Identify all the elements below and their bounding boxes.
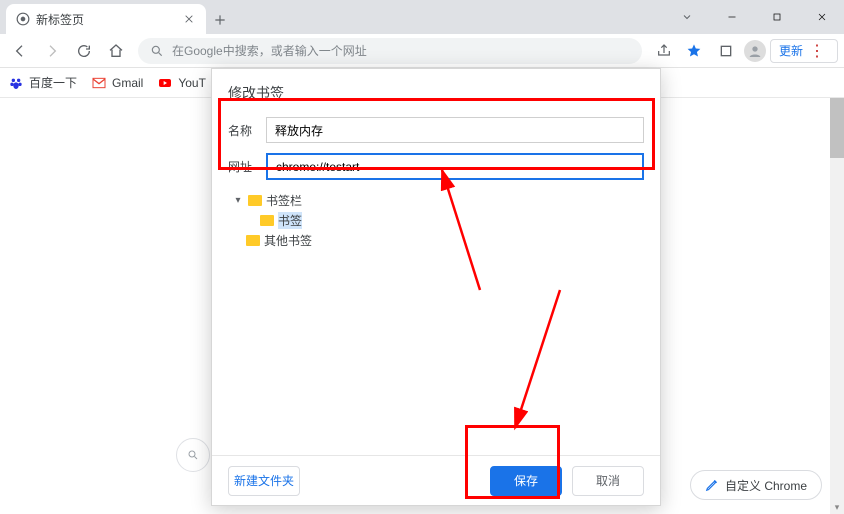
folder-tree: ▾ 书签栏 书签 其他书签 <box>228 190 644 250</box>
new-folder-button[interactable]: 新建文件夹 <box>228 466 300 496</box>
bookmark-star-icon[interactable] <box>680 37 708 65</box>
tab-close-icon[interactable] <box>182 12 196 26</box>
search-icon <box>150 44 164 58</box>
new-tab-button[interactable] <box>206 6 234 34</box>
window-controls <box>664 0 844 34</box>
extensions-icon[interactable] <box>712 37 740 65</box>
tab-title: 新标签页 <box>36 11 176 28</box>
bookmark-label: 百度一下 <box>29 74 77 91</box>
customize-chrome-button[interactable]: 自定义 Chrome <box>690 470 822 500</box>
bookmark-item[interactable]: 百度一下 <box>8 74 77 91</box>
toolbar-right: 更新 ⋮ <box>712 37 838 65</box>
search-icon <box>187 447 199 463</box>
back-button[interactable] <box>6 37 34 65</box>
edit-bookmark-dialog: 修改书签 名称 网址 ▾ 书签栏 书签 其他书签 新建文件夹 <box>211 68 661 506</box>
dialog-body: 名称 网址 ▾ 书签栏 书签 其他书签 <box>212 113 660 455</box>
save-button[interactable]: 保存 <box>490 466 562 496</box>
folder-icon <box>248 195 262 206</box>
youtube-icon <box>157 75 173 91</box>
minimize-button[interactable] <box>709 0 754 34</box>
customize-label: 自定义 Chrome <box>725 477 807 494</box>
reload-button[interactable] <box>70 37 98 65</box>
share-icon[interactable] <box>650 37 678 65</box>
menu-dots-icon: ⋮ <box>805 39 829 63</box>
name-label: 名称 <box>228 122 256 139</box>
pencil-icon <box>705 478 719 492</box>
gmail-icon <box>91 75 107 91</box>
expand-arrow-icon[interactable]: ▾ <box>232 195 244 206</box>
tree-row-other[interactable]: 其他书签 <box>228 230 644 250</box>
chrome-favicon-icon <box>16 12 30 26</box>
baidu-paw-icon <box>8 75 24 91</box>
url-row: 网址 <box>228 153 644 180</box>
toolbar: 在Google中搜索，或者输入一个网址 更新 ⋮ <box>0 34 844 68</box>
folder-icon <box>260 215 274 226</box>
scrollbar[interactable]: ▾ <box>830 98 844 514</box>
omnibox-placeholder: 在Google中搜索，或者输入一个网址 <box>172 42 367 59</box>
dialog-footer: 新建文件夹 保存 取消 <box>212 455 660 505</box>
bookmark-url-input[interactable] <box>266 153 644 180</box>
bookmark-item[interactable]: YouT <box>157 75 206 91</box>
cancel-button[interactable]: 取消 <box>572 466 644 496</box>
folder-name: 其他书签 <box>264 232 312 249</box>
home-button[interactable] <box>102 37 130 65</box>
tree-row-root[interactable]: ▾ 书签栏 <box>228 190 644 210</box>
active-tab[interactable]: 新标签页 <box>6 4 206 34</box>
scrollbar-thumb[interactable] <box>830 98 844 158</box>
dialog-title: 修改书签 <box>212 69 660 113</box>
bookmark-label: Gmail <box>112 76 143 90</box>
ntp-search-box[interactable] <box>176 438 210 472</box>
close-window-button[interactable] <box>799 0 844 34</box>
url-label: 网址 <box>228 158 256 175</box>
profile-avatar[interactable] <box>744 40 766 62</box>
bookmark-label: YouT <box>178 76 206 90</box>
omnibox-right <box>650 37 708 65</box>
bookmark-name-input[interactable] <box>266 117 644 143</box>
titlebar: 新标签页 <box>0 0 844 34</box>
bookmark-item[interactable]: Gmail <box>91 75 143 91</box>
name-row: 名称 <box>228 117 644 143</box>
forward-button[interactable] <box>38 37 66 65</box>
tree-row-child[interactable]: 书签 <box>228 210 644 230</box>
scroll-down-arrow-icon[interactable]: ▾ <box>830 500 844 514</box>
update-label: 更新 <box>779 42 803 59</box>
update-button[interactable]: 更新 ⋮ <box>770 39 838 63</box>
maximize-button[interactable] <box>754 0 799 34</box>
address-bar[interactable]: 在Google中搜索，或者输入一个网址 <box>138 38 642 64</box>
folder-name: 书签 <box>278 212 302 229</box>
chevron-down-icon[interactable] <box>664 0 709 34</box>
folder-name: 书签栏 <box>266 192 302 209</box>
folder-icon <box>246 235 260 246</box>
